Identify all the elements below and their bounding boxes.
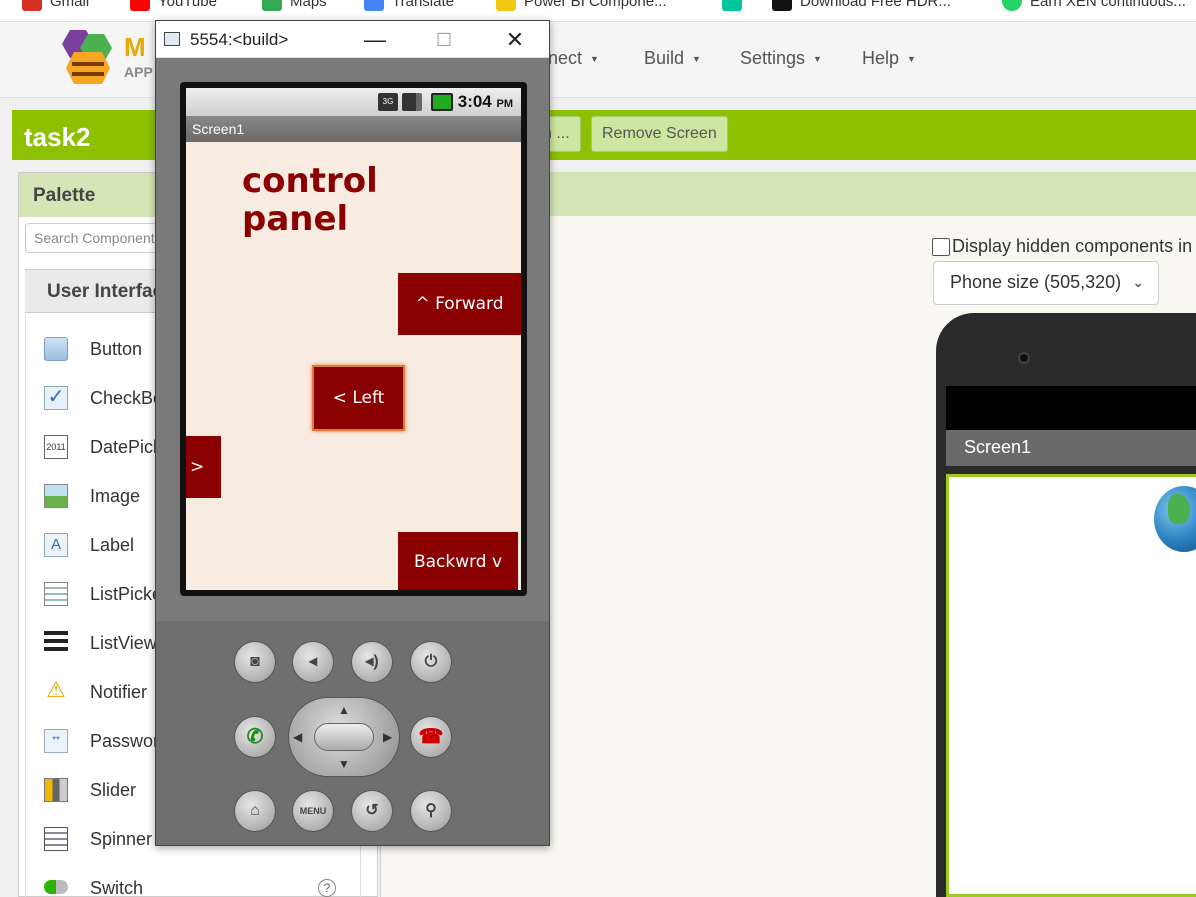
- menu-button[interactable]: MENU: [292, 790, 334, 832]
- emulator-hardware-controls: ◙ ◂ ◂) ⏻ ✆ ▲ ▼ ◀ ▶ ☎ ⌂ MENU ↺ ⚲: [156, 621, 549, 845]
- caret-down-icon: ▼: [813, 53, 822, 64]
- viewer-header: [548, 172, 1196, 216]
- xen-icon: [1002, 0, 1022, 11]
- display-hidden-components[interactable]: Display hidden components in Viewer: [932, 236, 1196, 257]
- project-title: task2: [24, 122, 91, 152]
- emulator-window: 5554:<build> — ☐ ✕ 3G 3:04 PM Screen1 co…: [155, 20, 550, 846]
- call-button[interactable]: ✆: [234, 716, 276, 758]
- youtube-icon: [130, 0, 150, 11]
- checkbox[interactable]: [932, 237, 950, 256]
- power-button[interactable]: ⏻: [410, 641, 452, 683]
- left-button[interactable]: < Left: [312, 365, 405, 431]
- logo-sub: APP: [124, 64, 153, 80]
- camera-icon: [1018, 352, 1030, 364]
- bookmark-xen[interactable]: Earn XEN continuous...: [1002, 0, 1186, 11]
- bookmark-maps[interactable]: Maps: [262, 0, 327, 11]
- network-3g-icon: 3G: [378, 93, 398, 111]
- bookmark-translate[interactable]: Translate: [364, 0, 454, 11]
- listpicker-icon: [44, 582, 68, 606]
- signal-icon: [402, 93, 422, 111]
- battery-icon: [431, 93, 453, 111]
- end-call-button[interactable]: ☎: [410, 716, 452, 758]
- caret-down-icon: ▼: [692, 53, 701, 64]
- search-components-input[interactable]: Search Components...: [25, 223, 175, 253]
- volume-down-button[interactable]: ◂: [292, 641, 334, 683]
- help-icon[interactable]: ?: [318, 879, 336, 897]
- listview-icon: [44, 631, 68, 655]
- nav-build[interactable]: Build ▼: [644, 48, 701, 69]
- caret-down-icon: ▼: [590, 53, 599, 64]
- home-button[interactable]: ⌂: [234, 790, 276, 832]
- control-panel-label: control panel: [242, 161, 378, 239]
- bookmark-k[interactable]: [722, 0, 742, 11]
- back-button[interactable]: ↺: [351, 790, 393, 832]
- phone-frame: 3G 3:04 PM Screen1 control panel ^ Forwa…: [180, 82, 527, 596]
- app-screen: control panel ^ Forward < Left > Backwrd…: [186, 142, 521, 590]
- logo-text: M: [124, 32, 146, 62]
- hdr-icon: [772, 0, 792, 11]
- warning-icon: ⚠: [46, 677, 66, 702]
- phone-size-select[interactable]: Phone size (505,320) ⌄: [933, 261, 1159, 305]
- bookmarks-bar: Gmail YouTube Maps Translate Power BI Co…: [0, 0, 1196, 22]
- chevron-down-icon: ⌄: [1132, 274, 1144, 290]
- android-status-bar: 3G 3:04 PM: [186, 88, 521, 116]
- emulator-titlebar[interactable]: 5554:<build> — ☐ ✕: [156, 21, 549, 58]
- image-icon: [44, 484, 68, 508]
- search-button[interactable]: ⚲: [410, 790, 452, 832]
- label-icon: A: [44, 533, 68, 557]
- bookmark-youtube[interactable]: YouTube: [130, 0, 217, 11]
- slider-icon: [44, 778, 68, 802]
- nav-connect[interactable]: nect ▼: [548, 48, 599, 69]
- button-icon: [44, 337, 68, 361]
- backward-button[interactable]: Backwrd v: [398, 532, 518, 590]
- k-icon: [722, 0, 742, 11]
- emulator-body: 3G 3:04 PM Screen1 control panel ^ Forwa…: [156, 58, 549, 621]
- switch-icon: [44, 880, 68, 894]
- maps-icon: [262, 0, 282, 11]
- dpad-right-icon[interactable]: ▶: [383, 730, 392, 744]
- bookmark-hdr[interactable]: Download Free HDR...: [772, 0, 951, 11]
- nav-help[interactable]: Help ▼: [862, 48, 916, 69]
- app-title-bar: Screen1: [186, 116, 521, 142]
- minimize-button[interactable]: —: [355, 25, 395, 55]
- checkbox-icon: ✓: [44, 386, 68, 410]
- dpad-up-icon[interactable]: ▲: [338, 703, 350, 717]
- camera-button[interactable]: ◙: [234, 641, 276, 683]
- dpad-left-icon[interactable]: ◀: [293, 730, 302, 744]
- viewer-status-area: [946, 386, 1196, 430]
- maximize-button[interactable]: ☐: [424, 25, 464, 55]
- datepicker-icon: 2011: [44, 435, 68, 459]
- password-icon: **: [44, 729, 68, 753]
- volume-up-button[interactable]: ◂): [351, 641, 393, 683]
- viewer-screen-title: Screen1: [946, 430, 1196, 466]
- window-icon: [164, 32, 180, 46]
- remove-screen-button[interactable]: Remove Screen: [591, 116, 728, 152]
- right-button[interactable]: >: [186, 436, 221, 498]
- dpad-down-icon[interactable]: ▼: [338, 757, 350, 771]
- spinner-icon: [44, 827, 68, 851]
- status-time: 3:04 PM: [457, 92, 513, 111]
- app-inventor-logo[interactable]: [52, 26, 124, 86]
- powerbi-icon: [496, 0, 516, 11]
- bookmark-gmail[interactable]: Gmail: [22, 0, 89, 11]
- forward-button[interactable]: ^ Forward: [398, 273, 521, 335]
- bookmark-powerbi[interactable]: Power BI Compone...: [496, 0, 667, 11]
- nav-settings[interactable]: Settings ▼: [740, 48, 822, 69]
- dpad-center-button[interactable]: [314, 723, 374, 751]
- translate-icon: [364, 0, 384, 11]
- caret-down-icon: ▼: [907, 53, 916, 64]
- window-title: 5554:<build>: [190, 30, 289, 49]
- gmail-icon: [22, 0, 42, 11]
- palette-item-switch[interactable]: Switch ?: [26, 868, 356, 897]
- close-button[interactable]: ✕: [495, 25, 535, 55]
